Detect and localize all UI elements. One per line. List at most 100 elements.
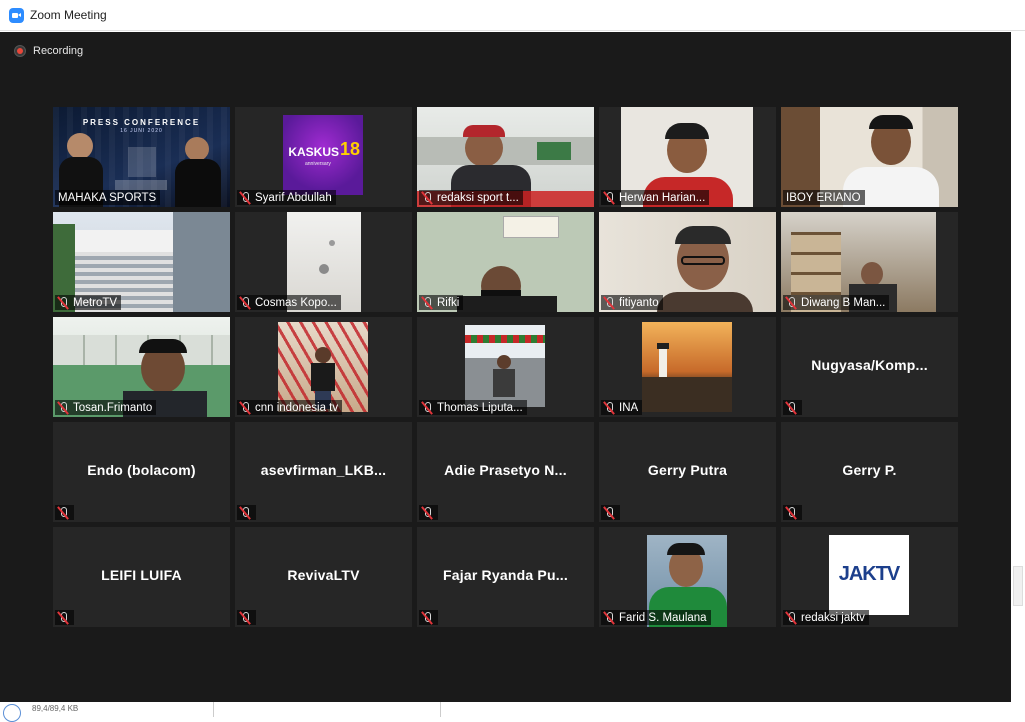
participant-name-tag: [237, 505, 256, 520]
participant-tile[interactable]: INA: [599, 317, 776, 417]
participant-display-name: Fajar Ryanda Pu...: [443, 567, 568, 583]
recording-indicator[interactable]: Recording: [14, 44, 83, 58]
divider: [213, 702, 214, 717]
meeting-area: Recording PRESS CONFERENCE 16 JUNI 2020 …: [0, 32, 1011, 702]
participant-name: cnn indonesia tv: [255, 401, 339, 414]
participant-name: Diwang B Man...: [801, 296, 886, 309]
participant-tile[interactable]: Nugyasa/Komp...: [781, 317, 958, 417]
press-heading: PRESS CONFERENCE: [82, 118, 201, 127]
participant-tile[interactable]: Diwang B Man...: [781, 212, 958, 312]
participant-display-name: RevivaLTV: [287, 567, 360, 583]
participant-name: Herwan Harian...: [619, 191, 706, 204]
mic-muted-icon: [238, 401, 252, 415]
participant-name-tag: Rifki: [419, 295, 464, 310]
participant-name-tag: [55, 610, 74, 625]
participant-name: fitiyanto: [619, 296, 659, 309]
participant-tile[interactable]: Tosan.Frimanto: [53, 317, 230, 417]
mic-muted-icon: [602, 191, 616, 205]
participant-tile[interactable]: PRESS CONFERENCE 16 JUNI 2020 MAHAKA SPO…: [53, 107, 230, 207]
participant-display-name: Adie Prasetyo N...: [444, 462, 567, 478]
participant-tile[interactable]: redaksi sport t...: [417, 107, 594, 207]
participant-display-name: Gerry Putra: [647, 462, 728, 478]
mic-muted-icon: [56, 296, 70, 310]
mic-muted-icon: [56, 611, 70, 625]
participant-name: Tosan.Frimanto: [73, 401, 153, 414]
participant-tile[interactable]: Thomas Liputa...: [417, 317, 594, 417]
participant-tile[interactable]: Cosmas Kopo...: [235, 212, 412, 312]
participant-display-name: LEIFI LUIFA: [101, 567, 182, 583]
participant-tile[interactable]: Rifki: [417, 212, 594, 312]
participant-tile[interactable]: IBOY ERIANO: [781, 107, 958, 207]
participant-name-tag: [237, 610, 256, 625]
mic-muted-icon: [602, 401, 616, 415]
participant-name-tag: Thomas Liputa...: [419, 400, 527, 415]
participant-tile[interactable]: KASKUS 18 anniversary Syarif Abdullah: [235, 107, 412, 207]
participant-name-tag: IBOY ERIANO: [783, 190, 865, 205]
title-bar: Zoom Meeting: [0, 0, 1025, 31]
participant-tile[interactable]: cnn indonesia tv: [235, 317, 412, 417]
participant-name: IBOY ERIANO: [786, 191, 861, 204]
participant-display-name: Endo (bolacom): [87, 462, 196, 478]
participant-tile[interactable]: JAKTV redaksi jaktv: [781, 527, 958, 627]
participant-tile[interactable]: asevfirman_LKB...: [235, 422, 412, 522]
taskbar-strip: 89,4/89,4 KB: [0, 702, 1025, 722]
scrollbar-handle[interactable]: [1013, 566, 1023, 606]
participant-name-tag: MAHAKA SPORTS: [55, 190, 161, 205]
mic-muted-icon: [56, 401, 70, 415]
participant-name-tag: Tosan.Frimanto: [55, 400, 157, 415]
jaktv-logo-text: JAKTV: [838, 563, 901, 585]
kaskus-number: 18: [340, 139, 361, 159]
window-title: Zoom Meeting: [30, 8, 107, 22]
mic-muted-icon: [238, 191, 252, 205]
divider: [440, 702, 441, 717]
mic-muted-icon: [420, 191, 434, 205]
participant-tile[interactable]: MetroTV: [53, 212, 230, 312]
participant-tile[interactable]: Farid S. Maulana: [599, 527, 776, 627]
mic-muted-icon: [238, 296, 252, 310]
mic-muted-icon: [238, 611, 252, 625]
file-size: 89,4/89,4 KB: [32, 704, 79, 713]
participant-name: redaksi sport t...: [437, 191, 519, 204]
participant-display-name: asevfirman_LKB...: [260, 462, 387, 478]
kaskus-sub: anniversary: [305, 161, 331, 167]
participant-tile[interactable]: LEIFI LUIFA: [53, 527, 230, 627]
participant-display-name: Nugyasa/Komp...: [811, 357, 928, 373]
participant-name: MAHAKA SPORTS: [58, 191, 157, 204]
participant-name: Rifki: [437, 296, 460, 309]
participant-tile[interactable]: Endo (bolacom): [53, 422, 230, 522]
participant-name-tag: [55, 505, 74, 520]
participant-name-tag: Syarif Abdullah: [237, 190, 336, 205]
participant-name-tag: cnn indonesia tv: [237, 400, 343, 415]
mic-muted-icon: [602, 296, 616, 310]
kaskus-word: KASKUS: [288, 145, 339, 159]
mic-muted-icon: [420, 506, 434, 520]
mic-muted-icon: [420, 296, 434, 310]
participant-name: Thomas Liputa...: [437, 401, 523, 414]
participant-name-tag: Herwan Harian...: [601, 190, 710, 205]
mic-muted-icon: [784, 506, 798, 520]
participant-name: redaksi jaktv: [801, 611, 865, 624]
participant-tile[interactable]: Adie Prasetyo N...: [417, 422, 594, 522]
participant-tile[interactable]: Fajar Ryanda Pu...: [417, 527, 594, 627]
participant-tile[interactable]: Herwan Harian...: [599, 107, 776, 207]
participant-name-tag: Diwang B Man...: [783, 295, 890, 310]
mic-muted-icon: [238, 506, 252, 520]
participant-tile[interactable]: RevivaLTV: [235, 527, 412, 627]
participant-name-tag: [419, 505, 438, 520]
participant-name-tag: MetroTV: [55, 295, 122, 310]
participant-name: Farid S. Maulana: [619, 611, 707, 624]
participant-name: MetroTV: [73, 296, 118, 309]
participant-name-tag: fitiyanto: [601, 295, 663, 310]
participant-name-tag: redaksi jaktv: [783, 610, 869, 625]
zoom-app-icon: [9, 8, 24, 23]
mic-muted-icon: [420, 401, 434, 415]
participant-tile[interactable]: Gerry Putra: [599, 422, 776, 522]
participant-tile[interactable]: Gerry P.: [781, 422, 958, 522]
mic-muted-icon: [784, 401, 798, 415]
participant-tile[interactable]: fitiyanto: [599, 212, 776, 312]
recording-label: Recording: [33, 45, 84, 57]
participant-name-tag: [783, 505, 802, 520]
participant-name-tag: Cosmas Kopo...: [237, 295, 341, 310]
recording-icon: [14, 45, 26, 57]
globe-icon: [3, 704, 21, 722]
